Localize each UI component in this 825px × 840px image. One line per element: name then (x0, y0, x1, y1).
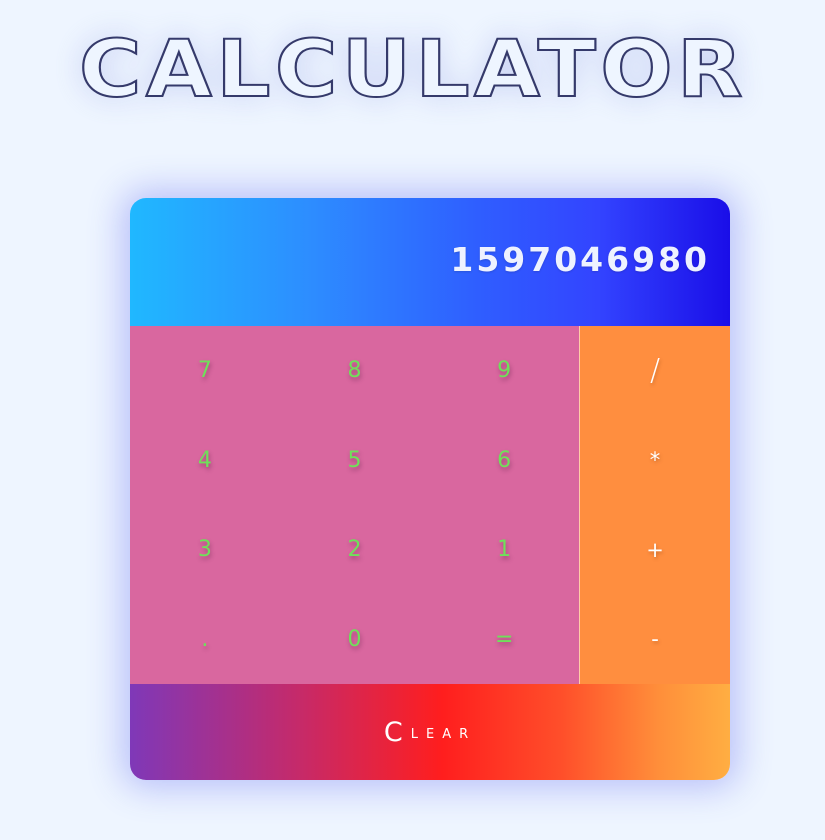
key-4[interactable]: 4 (130, 416, 280, 506)
key-9[interactable]: 9 (429, 326, 579, 416)
key-subtract[interactable]: - (580, 595, 730, 685)
key-decimal[interactable]: . (130, 595, 280, 685)
title-banner: CALCULATOR (0, 28, 825, 158)
clear-button-label: LEAR (410, 726, 477, 742)
page-title: CALCULATOR (78, 28, 747, 116)
display-panel: 1597046980 (130, 198, 730, 326)
clear-button-initial: C (383, 716, 403, 748)
calculator: 1597046980 7 8 9 4 5 6 3 2 1. 0 = / * + - C LEAR (130, 198, 730, 780)
key-2[interactable]: 2 (280, 505, 430, 595)
clear-button[interactable]: C LEAR (130, 684, 730, 780)
key-0[interactable]: 0 (280, 595, 430, 685)
number-keypad: 7 8 9 4 5 6 3 2 1. 0 = (130, 326, 579, 684)
key-add[interactable]: + (580, 505, 730, 595)
key-6[interactable]: 6 (429, 416, 579, 506)
key-equals[interactable]: = (429, 595, 579, 685)
display-value: 1597046980 (450, 240, 710, 279)
key-1[interactable]: 1 (429, 505, 579, 595)
key-divide[interactable]: / (580, 326, 730, 416)
key-7[interactable]: 7 (130, 326, 280, 416)
key-8[interactable]: 8 (280, 326, 430, 416)
key-multiply[interactable]: * (580, 416, 730, 506)
key-5[interactable]: 5 (280, 416, 430, 506)
page: CALCULATOR 1597046980 7 8 9 4 5 6 3 2 1. 0 = / * + - … (0, 0, 825, 840)
page-title-text: CALCULATOR (79, 28, 747, 115)
operator-keypad: / * + - (579, 326, 730, 684)
key-3[interactable]: 3 (130, 505, 280, 595)
